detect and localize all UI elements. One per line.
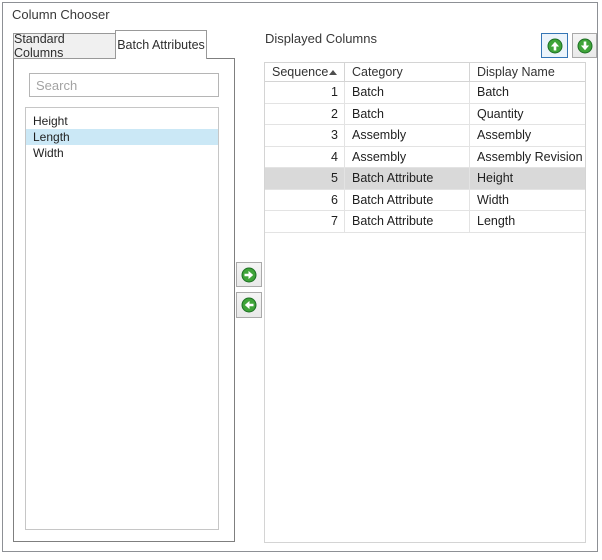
column-header-sequence[interactable]: Sequence — [265, 63, 345, 81]
tab-standard-columns-label: Standard Columns — [14, 32, 115, 60]
list-item[interactable]: Width — [26, 145, 218, 161]
arrow-left-icon — [241, 297, 257, 313]
cell-category: Assembly — [345, 125, 470, 147]
cell-display-name: Width — [470, 190, 585, 212]
list-item[interactable]: Length — [26, 129, 218, 145]
cell-sequence: 4 — [265, 147, 345, 169]
column-header-label: Sequence — [272, 65, 328, 79]
cell-category: Batch — [345, 104, 470, 126]
cell-sequence: 3 — [265, 125, 345, 147]
list-item-label: Width — [33, 146, 64, 160]
table-row[interactable]: 6 Batch Attribute Width — [265, 190, 585, 212]
cell-category: Batch Attribute — [345, 190, 470, 212]
page-title: Column Chooser — [12, 7, 110, 22]
cell-display-name: Assembly — [470, 125, 585, 147]
list-item[interactable]: Height — [26, 113, 218, 129]
sort-ascending-icon — [329, 70, 337, 75]
arrow-right-icon — [241, 267, 257, 283]
displayed-columns-title: Displayed Columns — [265, 31, 377, 46]
table-row[interactable]: 7 Batch Attribute Length — [265, 211, 585, 233]
cell-sequence: 6 — [265, 190, 345, 212]
cell-display-name: Quantity — [470, 104, 585, 126]
cell-category: Batch — [345, 82, 470, 104]
table-header-row: Sequence Category Display Name — [265, 63, 585, 82]
cell-category: Batch Attribute — [345, 168, 470, 190]
move-up-button[interactable] — [541, 33, 568, 58]
column-header-category[interactable]: Category — [345, 63, 470, 81]
tab-standard-columns[interactable]: Standard Columns — [13, 33, 116, 59]
cell-sequence: 7 — [265, 211, 345, 233]
cell-sequence: 2 — [265, 104, 345, 126]
cell-display-name: Length — [470, 211, 585, 233]
table-row[interactable]: 2 Batch Quantity — [265, 104, 585, 126]
arrow-down-icon — [577, 38, 593, 54]
cell-category: Assembly — [345, 147, 470, 169]
table-row[interactable]: 3 Assembly Assembly — [265, 125, 585, 147]
table-row[interactable]: 1 Batch Batch — [265, 82, 585, 104]
cell-display-name: Assembly Revision — [470, 147, 585, 169]
displayed-columns-table: Sequence Category Display Name 1 Batch B… — [264, 62, 586, 543]
column-header-label: Display Name — [477, 65, 555, 79]
table-row-highlighted[interactable]: 5 Batch Attribute Height — [265, 168, 585, 190]
list-item-label: Height — [33, 114, 68, 128]
list-item-label: Length — [33, 130, 70, 144]
cell-display-name: Height — [470, 168, 585, 190]
add-column-button[interactable] — [236, 262, 262, 287]
cell-display-name: Batch — [470, 82, 585, 104]
tab-batch-attributes[interactable]: Batch Attributes — [115, 30, 207, 59]
column-chooser-window: Column Chooser Standard Columns Batch At… — [0, 0, 602, 560]
column-header-display-name[interactable]: Display Name — [470, 63, 585, 81]
cell-sequence: 5 — [265, 168, 345, 190]
arrow-up-icon — [547, 38, 563, 54]
column-header-label: Category — [352, 65, 403, 79]
move-down-button[interactable] — [572, 33, 597, 58]
search-input[interactable] — [29, 73, 219, 97]
cell-sequence: 1 — [265, 82, 345, 104]
tab-batch-attributes-label: Batch Attributes — [117, 38, 205, 52]
table-row[interactable]: 4 Assembly Assembly Revision — [265, 147, 585, 169]
available-attributes-list[interactable]: Height Length Width — [25, 107, 219, 530]
cell-category: Batch Attribute — [345, 211, 470, 233]
remove-column-button[interactable] — [236, 292, 262, 318]
